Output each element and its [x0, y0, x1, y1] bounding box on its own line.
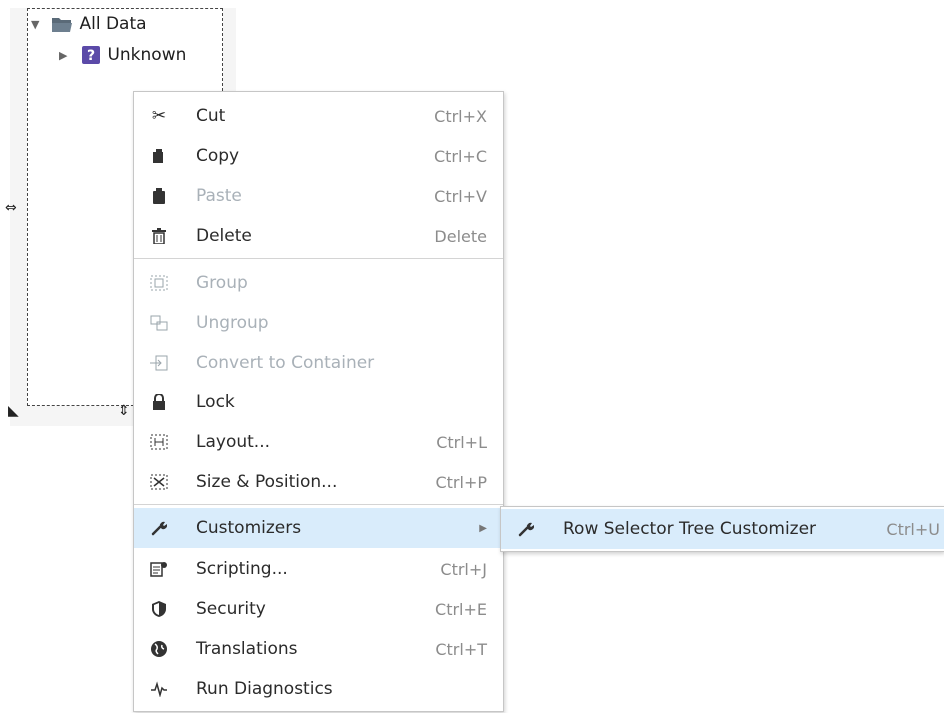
menu-item-label: Security — [196, 599, 266, 619]
menu-item-label: Scripting... — [196, 559, 288, 579]
menu-item-delete[interactable]: Delete Delete — [134, 216, 503, 256]
menu-item-label: Translations — [196, 639, 298, 659]
menu-item-translations[interactable]: Translations Ctrl+T — [134, 629, 503, 669]
menu-item-lock[interactable]: Lock — [134, 382, 503, 422]
copy-icon — [134, 148, 184, 164]
trash-icon — [134, 228, 184, 244]
menu-item-shortcut: Ctrl+T — [435, 639, 487, 659]
menu-item-shortcut: Ctrl+P — [435, 472, 487, 492]
menu-item-label: Convert to Container — [196, 353, 375, 373]
tree-node-child[interactable]: ▶ ? Unknown — [59, 45, 186, 65]
menu-item-shortcut: Ctrl+V — [434, 186, 487, 206]
resize-vertical-handle-icon[interactable]: ⇕ — [118, 404, 130, 418]
layout-icon — [134, 434, 184, 450]
menu-item-copy[interactable]: Copy Ctrl+C — [134, 136, 503, 176]
expand-right-icon[interactable]: ▶ — [59, 49, 67, 62]
menu-item-label: Copy — [196, 146, 240, 166]
expand-down-icon[interactable]: ▼ — [31, 18, 39, 31]
globe-icon — [134, 640, 184, 658]
menu-item-customizers[interactable]: Customizers ▶ — [134, 508, 503, 548]
submenu-arrow-icon: ▶ — [479, 522, 487, 534]
menu-item-label: Lock — [196, 392, 235, 412]
unknown-type-icon: ? — [81, 45, 101, 65]
wrench-icon — [134, 520, 184, 536]
menu-item-run-diagnostics[interactable]: Run Diagnostics — [134, 669, 503, 709]
tree-node-label: Unknown — [107, 45, 187, 65]
script-icon — [134, 561, 184, 577]
container-icon — [134, 355, 184, 371]
menu-item-shortcut: Ctrl+L — [436, 432, 487, 452]
menu-item-label: Layout... — [196, 432, 271, 452]
context-menu: ✂ Cut Ctrl+X Copy Ctrl+C Paste Ctrl+V De… — [133, 91, 504, 712]
ungroup-icon — [134, 315, 184, 331]
tree-node-label: All Data — [79, 14, 147, 34]
menu-item-group[interactable]: Group — [134, 263, 503, 303]
menu-item-size-position[interactable]: Size & Position... Ctrl+P — [134, 462, 503, 502]
menu-item-layout[interactable]: Layout... Ctrl+L — [134, 422, 503, 462]
menu-item-label: Size & Position... — [196, 472, 338, 492]
menu-item-label: Row Selector Tree Customizer — [563, 519, 817, 539]
menu-item-cut[interactable]: ✂ Cut Ctrl+X — [134, 96, 503, 136]
resize-diagonal-handle-icon[interactable]: ◣ — [8, 404, 19, 418]
menu-item-label: Group — [196, 273, 248, 293]
menu-item-label: Delete — [196, 226, 252, 246]
menu-item-shortcut: Ctrl+X — [434, 106, 487, 126]
menu-item-label: Customizers — [196, 518, 302, 538]
menu-item-shortcut: Ctrl+E — [435, 599, 487, 619]
group-icon — [134, 275, 184, 291]
menu-item-row-selector-tree-customizer[interactable]: Row Selector Tree Customizer Ctrl+U — [501, 509, 944, 549]
wrench-icon — [501, 521, 551, 537]
menu-item-label: Run Diagnostics — [196, 679, 333, 699]
menu-item-shortcut: Delete — [434, 226, 487, 246]
clipboard-icon — [134, 188, 184, 204]
menu-item-convert-to-container[interactable]: Convert to Container — [134, 343, 503, 383]
menu-item-label: Ungroup — [196, 313, 269, 333]
menu-item-ungroup[interactable]: Ungroup — [134, 303, 503, 343]
menu-item-label: Paste — [196, 186, 242, 206]
menu-item-shortcut: Ctrl+C — [433, 146, 487, 166]
size-position-icon — [134, 474, 184, 490]
resize-horizontal-handle-icon[interactable]: ⇔ — [5, 201, 17, 215]
folder-open-icon — [51, 15, 73, 33]
tree-node-root[interactable]: ▼ All Data — [31, 14, 147, 34]
menu-item-shortcut: Ctrl+J — [440, 559, 487, 579]
menu-separator — [134, 504, 503, 505]
menu-item-security[interactable]: Security Ctrl+E — [134, 589, 503, 629]
menu-item-scripting[interactable]: Scripting... Ctrl+J — [134, 549, 503, 589]
svg-text:?: ? — [87, 48, 95, 64]
lock-icon — [134, 394, 184, 410]
menu-item-label: Cut — [196, 106, 226, 126]
customizers-submenu: Row Selector Tree Customizer Ctrl+U — [500, 506, 944, 552]
menu-item-shortcut: Ctrl+U — [886, 519, 940, 539]
menu-item-paste[interactable]: Paste Ctrl+V — [134, 176, 503, 216]
pulse-icon — [134, 681, 184, 697]
scissors-icon: ✂ — [151, 106, 167, 126]
menu-separator — [134, 258, 503, 259]
shield-icon — [134, 600, 184, 618]
